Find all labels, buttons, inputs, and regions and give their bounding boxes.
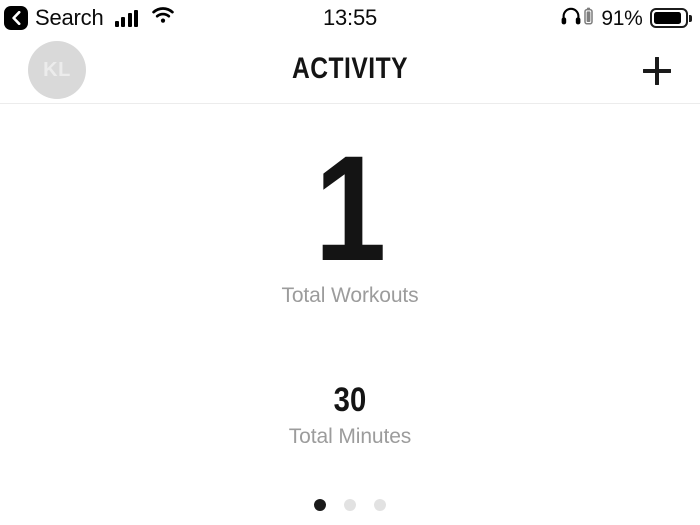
cellular-signal-icon bbox=[114, 9, 139, 27]
headphones-icon bbox=[561, 7, 581, 30]
battery-full-icon bbox=[649, 8, 692, 28]
add-workout-button[interactable] bbox=[638, 52, 676, 90]
total-workouts-value: 1 bbox=[314, 124, 387, 292]
headphones-status bbox=[561, 7, 594, 30]
chevron-left-icon bbox=[11, 11, 22, 25]
status-bar-left: Search bbox=[4, 6, 174, 30]
wifi-icon bbox=[152, 7, 174, 29]
battery-percent-label: 91% bbox=[601, 6, 643, 30]
status-bar-clock: 13:55 bbox=[322, 5, 378, 30]
page-dot[interactable] bbox=[374, 499, 386, 511]
total-minutes-stat: 30 Total Minutes bbox=[0, 383, 700, 447]
back-to-search-label[interactable]: Search bbox=[35, 7, 104, 29]
page-dot[interactable] bbox=[344, 499, 356, 511]
total-minutes-label: Total Minutes bbox=[288, 425, 412, 448]
page-dot[interactable] bbox=[314, 499, 326, 511]
small-battery-icon bbox=[584, 7, 594, 30]
activity-summary-panel: 1 Total Workouts 30 Total Minutes bbox=[0, 105, 700, 525]
back-to-search-button[interactable] bbox=[4, 6, 28, 30]
status-bar: Search 13:55 91% bbox=[0, 0, 700, 36]
navigation-bar: KL ACTIVITY bbox=[0, 36, 700, 104]
page-indicator[interactable] bbox=[0, 499, 700, 511]
total-workouts-stat: 1 Total Workouts bbox=[0, 124, 700, 306]
status-bar-right: 91% bbox=[561, 7, 692, 30]
total-minutes-value: 30 bbox=[333, 381, 367, 419]
page-title: ACTIVITY bbox=[291, 52, 409, 85]
